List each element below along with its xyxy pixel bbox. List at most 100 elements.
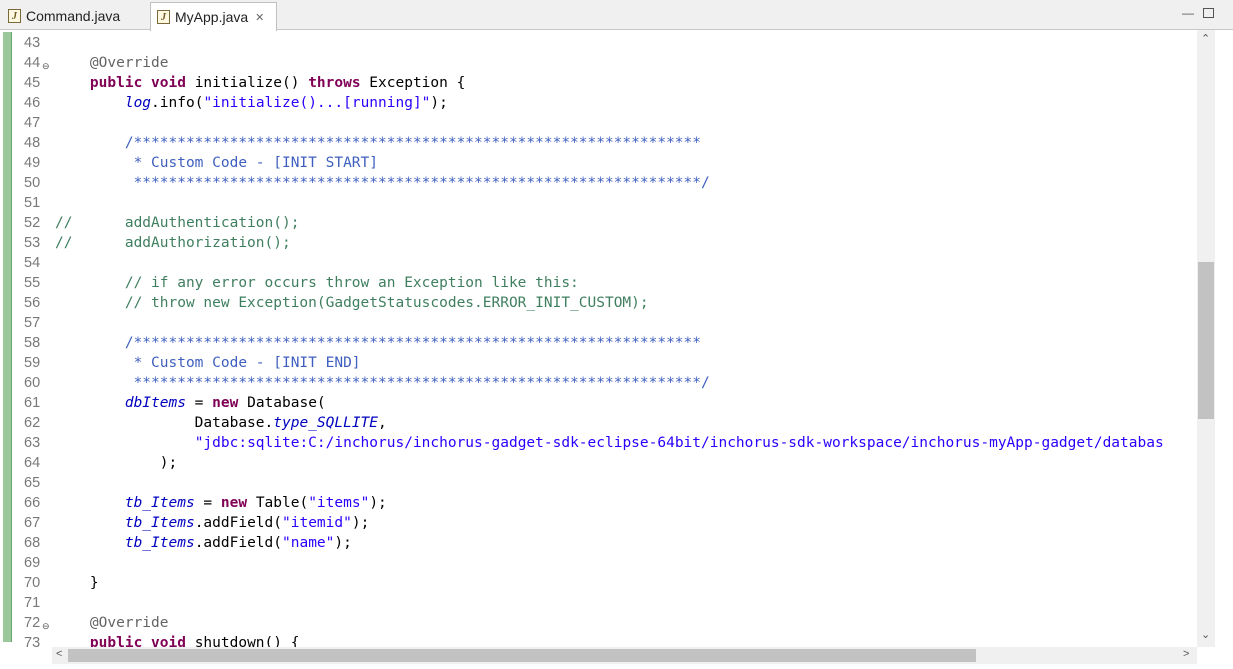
- code-line[interactable]: 64 );: [0, 453, 1198, 473]
- java-file-icon: J: [8, 9, 21, 23]
- line-number: 62: [24, 415, 41, 431]
- code-text: }: [55, 575, 99, 591]
- line-number: 64: [24, 455, 41, 471]
- code-line[interactable]: 72 ⊖ @Override: [0, 613, 1198, 633]
- line-number: 43: [24, 35, 41, 51]
- code-line[interactable]: 55 // if any error occurs throw an Excep…: [0, 273, 1198, 293]
- code-text: Database.type_SQLLITE,: [55, 415, 387, 431]
- code-line[interactable]: 43: [0, 33, 1198, 53]
- code-line[interactable]: 69: [0, 553, 1198, 573]
- maximize-button[interactable]: [1203, 8, 1214, 18]
- tab-label: MyApp.java: [175, 9, 249, 25]
- line-number: 56: [24, 295, 41, 311]
- code-text: public void initialize() throws Exceptio…: [89, 75, 466, 91]
- code-editor[interactable]: 43 44 ⊖ @Override 45 public void initialize…: [0, 30, 1233, 669]
- line-number: 55: [24, 275, 41, 291]
- code-text: @Override: [55, 55, 169, 71]
- scroll-left-icon[interactable]: <: [56, 648, 62, 660]
- line-number: 50: [24, 175, 41, 191]
- code-text: @Override: [55, 615, 169, 631]
- vertical-scrollbar[interactable]: ⌃ ⌄: [1197, 30, 1215, 647]
- code-line[interactable]: 71: [0, 593, 1198, 613]
- line-number: 68: [24, 535, 41, 551]
- code-text: // throw new Exception(GadgetStatuscodes…: [55, 295, 649, 311]
- line-number: 46: [24, 95, 41, 111]
- code-text: log.info("initialize()...[running]");: [124, 95, 448, 111]
- java-file-icon: J: [157, 10, 170, 24]
- code-text: "jdbc:sqlite:C:/inchorus/inchorus-gadget…: [194, 435, 1164, 451]
- code-line[interactable]: 48 /************************************…: [0, 133, 1198, 153]
- code-line[interactable]: 70 }: [0, 573, 1198, 593]
- tab-label: Command.java: [26, 8, 121, 24]
- code-line[interactable]: 46 log.info("initialize()...[running]");: [0, 93, 1198, 113]
- code-text: );: [55, 455, 178, 471]
- line-number: 66: [24, 495, 41, 511]
- code-line[interactable]: 47: [0, 113, 1198, 133]
- code-line[interactable]: 63 "jdbc:sqlite:C:/inchorus/inchorus-gad…: [0, 433, 1198, 453]
- vertical-scroll-thumb[interactable]: [1198, 262, 1214, 419]
- code-text: ****************************************…: [55, 175, 710, 191]
- line-number: 59: [24, 355, 41, 371]
- code-line[interactable]: 68 tb_Items.addField("name");: [0, 533, 1198, 553]
- code-text: // if any error occurs throw an Exceptio…: [55, 275, 579, 291]
- code-text: tb_Items.addField("itemid");: [124, 515, 370, 531]
- code-text: /***************************************…: [55, 135, 702, 151]
- tab-command-java[interactable]: J Command.java: [2, 2, 148, 30]
- code-line[interactable]: 51: [0, 193, 1198, 213]
- line-number: 73: [24, 635, 41, 651]
- code-text: tb_Items = new Table("items");: [124, 495, 387, 511]
- line-number: 69: [24, 555, 41, 571]
- code-text: tb_Items.addField("name");: [124, 535, 352, 551]
- line-number: 48: [24, 135, 41, 151]
- scroll-right-icon[interactable]: >: [1183, 648, 1189, 660]
- close-icon[interactable]: ✕: [255, 11, 264, 24]
- code-line[interactable]: 50 *************************************…: [0, 173, 1198, 193]
- line-number: 65: [24, 475, 41, 491]
- line-number: 53: [24, 235, 41, 251]
- code-line[interactable]: 45 public void initialize() throws Excep…: [0, 73, 1198, 93]
- line-number: 60: [24, 375, 41, 391]
- code-line[interactable]: 52 // addAuthentication();: [0, 213, 1198, 233]
- code-text: * Custom Code - [INIT END]: [55, 355, 361, 371]
- line-number: 54: [24, 255, 41, 271]
- line-number: 57: [24, 315, 41, 331]
- code-line[interactable]: 67 tb_Items.addField("itemid");: [0, 513, 1198, 533]
- code-line[interactable]: 61 dbItems = new Database(: [0, 393, 1198, 413]
- code-text: ****************************************…: [55, 375, 710, 391]
- code-text: /***************************************…: [55, 335, 702, 351]
- scroll-down-icon[interactable]: ⌄: [1201, 628, 1210, 641]
- line-number: 49: [24, 155, 41, 171]
- line-number: 45: [24, 75, 41, 91]
- editor-tab-bar: J Command.java J MyApp.java ✕ —: [0, 0, 1233, 31]
- line-number: 70: [24, 575, 41, 591]
- line-number: 61: [24, 395, 41, 411]
- code-line[interactable]: 58 /************************************…: [0, 333, 1198, 353]
- code-line[interactable]: 57: [0, 313, 1198, 333]
- line-number: 63: [24, 435, 41, 451]
- code-line[interactable]: 56 // throw new Exception(GadgetStatusco…: [0, 293, 1198, 313]
- code-line[interactable]: 59 * Custom Code - [INIT END]: [0, 353, 1198, 373]
- line-number: 52: [24, 215, 41, 231]
- horizontal-scrollbar[interactable]: < >: [52, 647, 1197, 664]
- code-line[interactable]: 65: [0, 473, 1198, 493]
- code-text: dbItems = new Database(: [124, 395, 326, 411]
- line-number: 47: [24, 115, 41, 131]
- scroll-up-icon[interactable]: ⌃: [1201, 32, 1210, 45]
- code-line[interactable]: 49 * Custom Code - [INIT START]: [0, 153, 1198, 173]
- code-line[interactable]: 62 Database.type_SQLLITE,: [0, 413, 1198, 433]
- code-text: // addAuthentication();: [55, 215, 300, 231]
- code-line[interactable]: 54: [0, 253, 1198, 273]
- code-line[interactable]: 53 // addAuthorization();: [0, 233, 1198, 253]
- line-number: 58: [24, 335, 41, 351]
- code-line[interactable]: 60 *************************************…: [0, 373, 1198, 393]
- code-text: * Custom Code - [INIT START]: [55, 155, 379, 171]
- horizontal-scroll-thumb[interactable]: [68, 649, 976, 662]
- tab-myapp-java[interactable]: J MyApp.java ✕: [150, 2, 277, 31]
- line-number: 51: [24, 195, 41, 211]
- code-line[interactable]: 66 tb_Items = new Table("items");: [0, 493, 1198, 513]
- code-text: // addAuthorization();: [55, 235, 291, 251]
- code-line[interactable]: 44 ⊖ @Override: [0, 53, 1198, 73]
- line-number: 71: [24, 595, 41, 611]
- line-number: 67: [24, 515, 41, 531]
- minimize-button[interactable]: —: [1182, 6, 1194, 20]
